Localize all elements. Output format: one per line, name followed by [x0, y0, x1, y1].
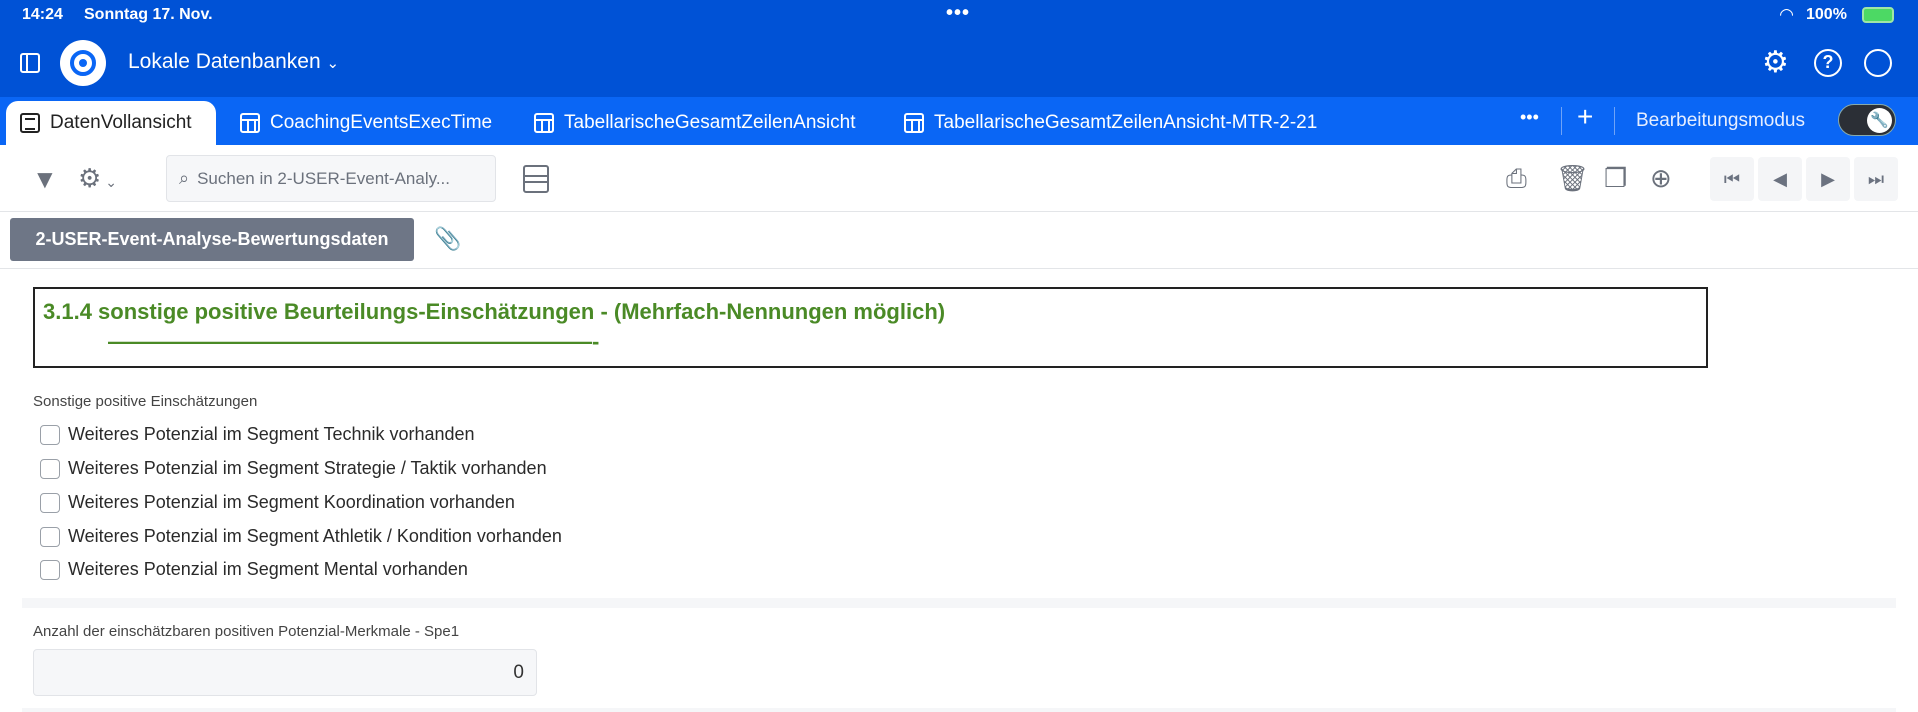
- checkbox-koordination[interactable]: Weiteres Potenzial im Segment Koordinati…: [40, 492, 515, 513]
- checkbox[interactable]: [40, 424, 60, 445]
- table-icon: [240, 113, 260, 133]
- count-field[interactable]: 0: [33, 649, 537, 696]
- date: Sonntag 17. Nov.: [84, 6, 213, 23]
- checkbox[interactable]: [40, 526, 60, 547]
- time: 14:24: [22, 6, 63, 23]
- wifi-icon: ◠: [1780, 5, 1794, 24]
- print-icon[interactable]: ⎙: [1506, 163, 1527, 193]
- document-icon: [20, 113, 40, 133]
- checkbox-label: Weiteres Potenzial im Segment Athletik /…: [68, 526, 562, 546]
- tab-label: DatenVollansicht: [50, 112, 192, 133]
- edit-mode-label: Bearbeitungsmodus: [1636, 110, 1805, 131]
- tab-label: TabellarischeGesamtZeilenAnsicht-MTR-2-2…: [934, 112, 1318, 133]
- status-bar: 14:24 Sonntag 17. Nov. ••• ◠ 100%: [0, 0, 1918, 30]
- checkbox-mental[interactable]: Weiteres Potenzial im Segment Mental vor…: [40, 559, 468, 580]
- divider: [1561, 107, 1562, 135]
- attachment-icon[interactable]: 📎: [434, 226, 461, 252]
- edit-mode-toggle[interactable]: 🔧: [1838, 104, 1896, 136]
- search-icon: ⌕: [179, 168, 190, 188]
- checkbox[interactable]: [40, 559, 60, 580]
- group-label: Sonstige positive Einschätzungen: [33, 393, 258, 410]
- previous-record-button[interactable]: ◀: [1758, 157, 1802, 201]
- checkbox-label: Weiteres Potenzial im Segment Technik vo…: [68, 424, 475, 444]
- add-record-icon[interactable]: ⊕: [1650, 163, 1672, 193]
- checkbox-label: Weiteres Potenzial im Segment Strategie …: [68, 458, 547, 478]
- tab-label: TabellarischeGesamtZeilenAnsicht: [564, 112, 856, 133]
- table-icon: [534, 113, 554, 133]
- next-record-button[interactable]: ▶: [1806, 157, 1850, 201]
- count-field-label: Anzahl der einschätzbaren positiven Pote…: [33, 623, 460, 640]
- checkbox-label: Weiteres Potenzial im Segment Mental vor…: [68, 559, 468, 579]
- layout-icon[interactable]: [523, 165, 549, 193]
- divider: [1614, 107, 1615, 135]
- chevron-down-icon: ⌄: [326, 55, 340, 72]
- checkbox-label: Weiteres Potenzial im Segment Koordinati…: [68, 492, 515, 512]
- settings-icon[interactable]: ⚙: [1762, 45, 1789, 80]
- multitask-dots-icon[interactable]: •••: [946, 2, 970, 25]
- account-icon[interactable]: [1864, 49, 1892, 77]
- checkbox[interactable]: [40, 492, 60, 513]
- filter-icon[interactable]: ▼: [32, 164, 58, 194]
- database-selector[interactable]: Lokale Datenbanken ⌄: [128, 50, 339, 74]
- divider: [0, 268, 1918, 269]
- search-input[interactable]: ⌕ Suchen in 2-USER-Event-Analy...: [166, 155, 496, 202]
- add-tab-icon[interactable]: +: [1577, 101, 1593, 133]
- tab-coachingeventsexectime[interactable]: CoachingEventsExecTime: [226, 101, 506, 145]
- last-record-button[interactable]: ⏭: [1854, 157, 1898, 201]
- view-tabs: DatenVollansicht CoachingEventsExecTime …: [0, 97, 1918, 145]
- checkbox-strategie[interactable]: Weiteres Potenzial im Segment Strategie …: [40, 458, 547, 479]
- section-header: 3.1.4 sonstige positive Beurteilungs-Ein…: [33, 287, 1708, 368]
- search-placeholder: Suchen in 2-USER-Event-Analy...: [197, 168, 451, 188]
- database-title: Lokale Datenbanken: [128, 50, 321, 73]
- delete-icon[interactable]: 🗑: [1556, 163, 1589, 193]
- help-icon[interactable]: ?: [1814, 49, 1842, 77]
- record-tab[interactable]: 2-USER-Event-Analyse-Bewertungsdaten: [10, 218, 414, 261]
- tab-label: CoachingEventsExecTime: [270, 112, 493, 133]
- tab-tabellarische-gesamt[interactable]: TabellarischeGesamtZeilenAnsicht: [520, 101, 869, 145]
- app-logo: [60, 40, 106, 86]
- first-record-button[interactable]: ⏮: [1710, 157, 1754, 201]
- battery-charging-icon: [1862, 7, 1894, 23]
- settings-menu-icon[interactable]: ⚙ ⌄: [78, 163, 117, 197]
- more-tabs-icon[interactable]: •••: [1520, 107, 1539, 128]
- section-separator: [22, 598, 1896, 608]
- table-icon: [904, 113, 924, 133]
- checkbox[interactable]: [40, 458, 60, 479]
- battery-level: 100%: [1806, 6, 1847, 23]
- app-header: Lokale Datenbanken ⌄ ⚙ ?: [0, 30, 1918, 97]
- checkbox-athletik[interactable]: Weiteres Potenzial im Segment Athletik /…: [40, 526, 562, 547]
- wrench-icon: 🔧: [1867, 108, 1892, 133]
- section-separator: [22, 708, 1896, 712]
- section-title: 3.1.4 sonstige positive Beurteilungs-Ein…: [43, 299, 946, 324]
- section-underline: ——————————————————————-: [108, 329, 600, 354]
- checkbox-technik[interactable]: Weiteres Potenzial im Segment Technik vo…: [40, 424, 475, 445]
- duplicate-icon[interactable]: ❐: [1604, 163, 1627, 193]
- tab-tabellarische-gesamt-mtr[interactable]: TabellarischeGesamtZeilenAnsicht-MTR-2-2…: [890, 101, 1331, 145]
- tab-datenvollansicht[interactable]: DatenVollansicht: [6, 101, 216, 145]
- sidebar-toggle-icon[interactable]: [20, 53, 40, 73]
